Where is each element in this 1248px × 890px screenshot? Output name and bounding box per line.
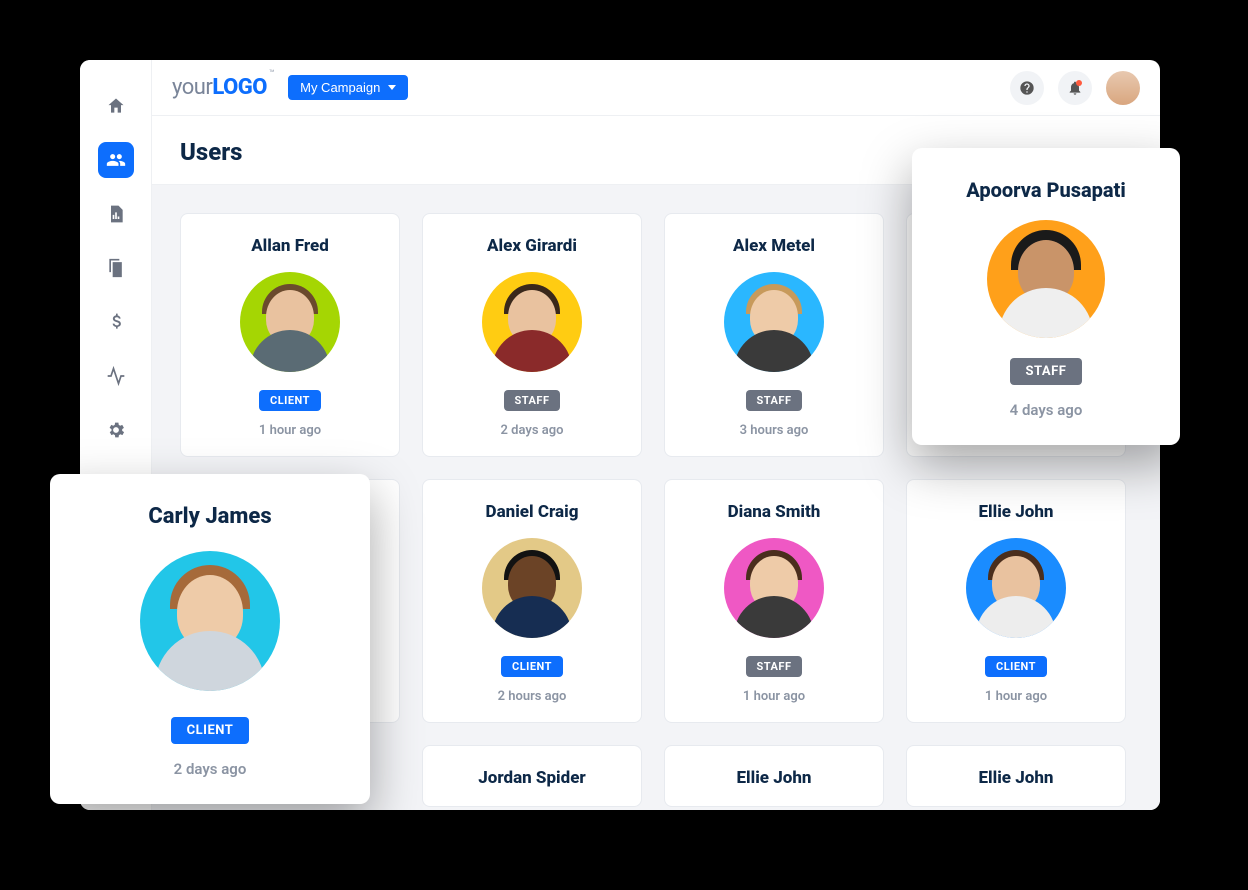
user-card[interactable]: Daniel Craig CLIENT 2 hours ago <box>422 479 642 723</box>
campaign-dropdown[interactable]: My Campaign <box>288 75 408 100</box>
user-timestamp: 1 hour ago <box>259 423 321 438</box>
user-timestamp: 2 days ago <box>174 760 247 778</box>
user-timestamp: 2 days ago <box>501 423 564 438</box>
role-badge: CLIENT <box>171 717 250 744</box>
nav-billing[interactable] <box>98 304 134 340</box>
users-icon <box>106 150 126 170</box>
role-badge: STAFF <box>746 656 803 677</box>
nav-home[interactable] <box>98 88 134 124</box>
user-card[interactable]: Diana Smith STAFF 1 hour ago <box>664 479 884 723</box>
dollar-icon <box>106 312 126 332</box>
caret-down-icon <box>388 85 396 90</box>
role-badge: STAFF <box>1010 358 1083 385</box>
notifications-button[interactable] <box>1058 71 1092 105</box>
user-card[interactable]: Allan Fred CLIENT 1 hour ago <box>180 213 400 457</box>
user-name: Allan Fred <box>251 236 329 256</box>
user-name: Ellie John <box>979 768 1054 788</box>
user-name: Alex Girardi <box>487 236 577 256</box>
user-avatar <box>966 538 1066 638</box>
nav-settings[interactable] <box>98 412 134 448</box>
nav-reports[interactable] <box>98 196 134 232</box>
user-avatar <box>482 538 582 638</box>
user-card-highlight-left[interactable]: Carly James CLIENT 2 days ago <box>50 474 370 804</box>
user-timestamp: 3 hours ago <box>740 423 809 438</box>
user-name: Jordan Spider <box>478 768 586 788</box>
user-avatar <box>240 272 340 372</box>
logo-bold: LOGO <box>212 75 267 100</box>
user-timestamp: 4 days ago <box>1010 401 1083 419</box>
report-file-icon <box>106 204 126 224</box>
user-avatar <box>482 272 582 372</box>
user-avatar <box>724 272 824 372</box>
role-badge: STAFF <box>746 390 803 411</box>
user-name: Apoorva Pusapati <box>966 178 1126 202</box>
user-card[interactable]: Jordan Spider <box>422 745 642 807</box>
copy-icon <box>106 258 126 278</box>
logo-tm: ™ <box>269 69 274 79</box>
user-avatar <box>987 220 1105 338</box>
home-icon <box>106 96 126 116</box>
question-icon <box>1019 80 1035 96</box>
logo-prefix: your <box>172 75 212 100</box>
user-avatar <box>724 538 824 638</box>
role-badge: STAFF <box>504 390 561 411</box>
role-badge: CLIENT <box>501 656 563 677</box>
activity-icon <box>106 366 126 386</box>
role-badge: CLIENT <box>259 390 321 411</box>
nav-activity[interactable] <box>98 358 134 394</box>
user-card[interactable]: Ellie John <box>906 745 1126 807</box>
user-card[interactable]: Alex Girardi STAFF 2 days ago <box>422 213 642 457</box>
notification-dot <box>1076 80 1082 86</box>
profile-avatar[interactable] <box>1106 71 1140 105</box>
nav-documents[interactable] <box>98 250 134 286</box>
nav-users[interactable] <box>98 142 134 178</box>
user-name: Carly James <box>148 504 271 529</box>
user-name: Daniel Craig <box>486 502 579 522</box>
user-timestamp: 1 hour ago <box>743 689 805 704</box>
user-timestamp: 1 hour ago <box>985 689 1047 704</box>
user-name: Diana Smith <box>728 502 821 522</box>
user-name: Ellie John <box>979 502 1054 522</box>
user-card[interactable]: Ellie John CLIENT 1 hour ago <box>906 479 1126 723</box>
role-badge: CLIENT <box>985 656 1047 677</box>
user-card[interactable]: Alex Metel STAFF 3 hours ago <box>664 213 884 457</box>
user-name: Ellie John <box>737 768 812 788</box>
gear-icon <box>106 420 126 440</box>
help-button[interactable] <box>1010 71 1044 105</box>
user-name: Alex Metel <box>733 236 815 256</box>
user-avatar <box>140 551 280 691</box>
topbar: yourLOGO™ My Campaign <box>152 60 1160 116</box>
brand-logo: yourLOGO™ <box>172 75 274 100</box>
user-card[interactable]: Ellie John <box>664 745 884 807</box>
campaign-label: My Campaign <box>300 80 380 95</box>
user-timestamp: 2 hours ago <box>498 689 567 704</box>
user-card-highlight-right[interactable]: Apoorva Pusapati STAFF 4 days ago <box>912 148 1180 445</box>
